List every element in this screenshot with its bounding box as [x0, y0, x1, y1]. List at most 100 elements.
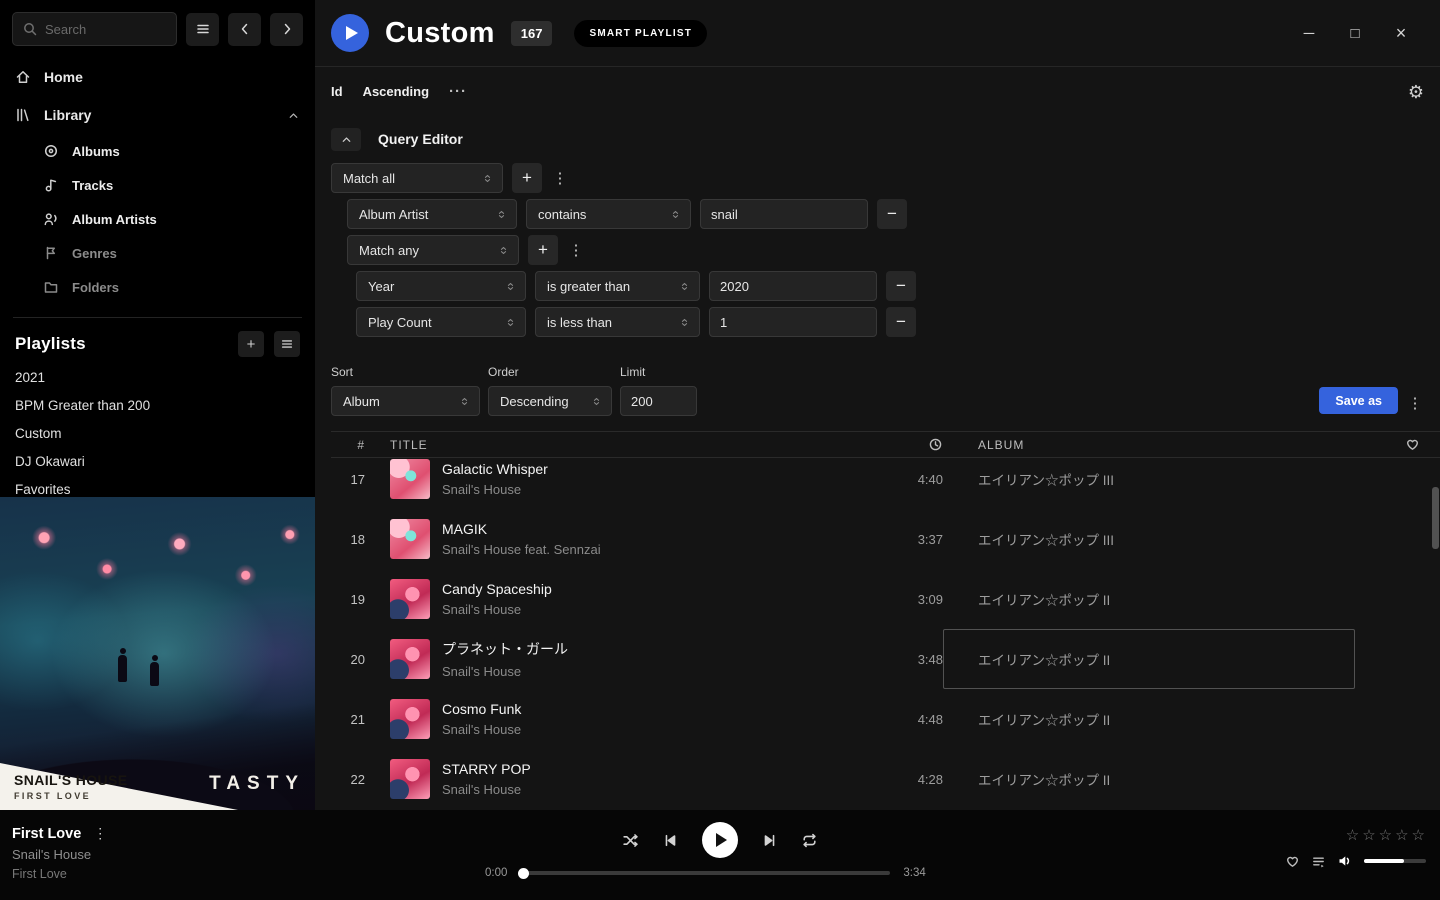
rule-operator-select[interactable]: is less than — [535, 307, 700, 337]
now-playing-album[interactable]: First Love — [12, 867, 107, 881]
add-group-rule-button[interactable]: + — [528, 235, 558, 265]
chevron-up-icon[interactable] — [287, 109, 300, 122]
add-playlist-button[interactable]: + — [238, 331, 264, 357]
volume-button[interactable] — [1337, 853, 1353, 869]
add-rule-button[interactable]: + — [512, 163, 542, 193]
track-album[interactable]: エイリアン☆ポップ II — [943, 689, 1385, 749]
nav-forward-button[interactable] — [270, 13, 303, 46]
column-header-album[interactable]: ALBUM — [943, 438, 1385, 452]
playlist-play-button[interactable] — [331, 14, 369, 52]
track-artist[interactable]: Snail's House — [442, 602, 552, 617]
remove-rule-button[interactable]: − — [886, 271, 916, 301]
track-artist[interactable]: Snail's House — [442, 782, 531, 797]
window-minimize-button[interactable]: ─ — [1286, 18, 1332, 48]
search-input-field[interactable] — [45, 22, 167, 37]
track-artist[interactable]: Snail's House — [442, 482, 548, 497]
playlist-item[interactable]: Custom — [0, 420, 315, 448]
table-row[interactable]: 21 Cosmo Funk Snail's House 4:48 エイリアン☆ポ… — [331, 689, 1440, 749]
playlist-options-button[interactable] — [274, 331, 300, 357]
now-playing-title[interactable]: First Love — [12, 826, 81, 842]
table-row[interactable]: 18 MAGIK Snail's House feat. Sennzai 3:3… — [331, 509, 1440, 569]
queue-button[interactable] — [1311, 854, 1326, 869]
column-header-duration[interactable] — [873, 437, 943, 452]
nav-back-button[interactable] — [228, 13, 261, 46]
menu-button[interactable] — [186, 13, 219, 46]
rule-value-input[interactable] — [709, 307, 877, 337]
sidebar-item-genres[interactable]: Genres — [0, 236, 315, 270]
rule-operator-select[interactable]: contains — [526, 199, 691, 229]
seek-slider[interactable] — [520, 871, 890, 875]
more-options-button[interactable]: ··· — [449, 83, 467, 100]
track-title[interactable]: MAGIK — [442, 521, 601, 537]
rule-group-menu-button[interactable]: ⋮ — [551, 169, 569, 187]
now-playing-menu-button[interactable]: ⋮ — [93, 825, 107, 842]
rule-field-select[interactable]: Album Artist — [347, 199, 517, 229]
play-pause-button[interactable] — [702, 822, 738, 858]
playlist-item[interactable]: BPM Greater than 200 — [0, 392, 315, 420]
previous-track-button[interactable] — [662, 832, 679, 849]
table-row[interactable]: 17 Galactic Whisper Snail's House 4:40 エ… — [331, 458, 1440, 509]
sidebar-item-folders[interactable]: Folders — [0, 270, 315, 304]
shuffle-button[interactable] — [622, 832, 639, 849]
track-album[interactable]: エイリアン☆ポップ III — [943, 509, 1385, 569]
sort-select[interactable]: Album — [331, 386, 480, 416]
favorite-button[interactable] — [1285, 854, 1300, 869]
rule-value-input[interactable] — [709, 271, 877, 301]
sidebar-item-library[interactable]: Library — [0, 96, 315, 134]
rule-field-select[interactable]: Year — [356, 271, 526, 301]
sidebar-item-albums[interactable]: Albums — [0, 134, 315, 168]
sort-field-button[interactable]: Id — [331, 84, 343, 99]
scrollbar-thumb[interactable] — [1432, 487, 1439, 549]
track-artist[interactable]: Snail's House — [442, 664, 568, 679]
track-title[interactable]: プラネット・ガール — [442, 639, 568, 659]
table-row[interactable]: 22 STARRY POP Snail's House 4:28 エイリアン☆ポ… — [331, 749, 1440, 809]
track-title[interactable]: Galactic Whisper — [442, 461, 548, 477]
track-album[interactable]: エイリアン☆ポップ II — [943, 569, 1385, 629]
table-row[interactable]: 19 Candy Spaceship Snail's House 3:09 エイ… — [331, 569, 1440, 629]
sidebar-item-tracks[interactable]: Tracks — [0, 168, 315, 202]
track-artist[interactable]: Snail's House — [442, 722, 521, 737]
star-icon[interactable]: ☆ — [1345, 826, 1360, 844]
playlist-item[interactable]: 2021 — [0, 364, 315, 392]
track-title[interactable]: Candy Spaceship — [442, 581, 552, 597]
column-header-index[interactable]: # — [331, 438, 373, 452]
search-input[interactable] — [12, 12, 177, 46]
group-match-type-select[interactable]: Match any — [347, 235, 519, 265]
playlist-item[interactable]: DJ Okawari — [0, 448, 315, 476]
remove-rule-button[interactable]: − — [886, 307, 916, 337]
star-icon[interactable]: ☆ — [1394, 826, 1409, 844]
save-as-button[interactable]: Save as — [1319, 387, 1398, 414]
settings-gear-icon[interactable]: ⚙ — [1408, 83, 1424, 101]
track-title[interactable]: STARRY POP — [442, 761, 531, 777]
star-icon[interactable]: ☆ — [1361, 826, 1376, 844]
column-header-title[interactable]: TITLE — [373, 438, 873, 452]
seek-slider-handle[interactable] — [518, 868, 529, 879]
window-close-button[interactable]: × — [1378, 18, 1424, 48]
match-type-select[interactable]: Match all — [331, 163, 503, 193]
star-icon[interactable]: ☆ — [1411, 826, 1426, 844]
sort-order-button[interactable]: Ascending — [363, 84, 429, 99]
volume-slider[interactable] — [1364, 859, 1426, 863]
track-album[interactable]: エイリアン☆ポップ II — [943, 749, 1385, 809]
sidebar-item-album-artists[interactable]: Album Artists — [0, 202, 315, 236]
limit-input[interactable] — [620, 386, 697, 416]
table-row[interactable]: 20 プラネット・ガール Snail's House 3:48 エイリアン☆ポッ… — [331, 629, 1440, 689]
track-album-selected-cell[interactable]: エイリアン☆ポップ II — [943, 629, 1355, 689]
track-title[interactable]: Cosmo Funk — [442, 701, 521, 717]
now-playing-artist[interactable]: Snail's House — [12, 847, 107, 862]
next-track-button[interactable] — [761, 832, 778, 849]
column-header-favorite[interactable] — [1385, 437, 1440, 452]
save-menu-button[interactable]: ⋮ — [1406, 394, 1424, 412]
window-maximize-button[interactable]: □ — [1332, 18, 1378, 48]
remove-rule-button[interactable]: − — [877, 199, 907, 229]
group-menu-button[interactable]: ⋮ — [567, 241, 585, 259]
track-album[interactable]: エイリアン☆ポップ III — [943, 458, 1385, 509]
star-icon[interactable]: ☆ — [1378, 826, 1393, 844]
sidebar-item-home[interactable]: Home — [0, 58, 315, 96]
rule-operator-select[interactable]: is greater than — [535, 271, 700, 301]
repeat-button[interactable] — [801, 832, 818, 849]
rule-value-input[interactable] — [700, 199, 868, 229]
order-select[interactable]: Descending — [488, 386, 612, 416]
rule-field-select[interactable]: Play Count — [356, 307, 526, 337]
track-artist[interactable]: Snail's House feat. Sennzai — [442, 542, 601, 557]
